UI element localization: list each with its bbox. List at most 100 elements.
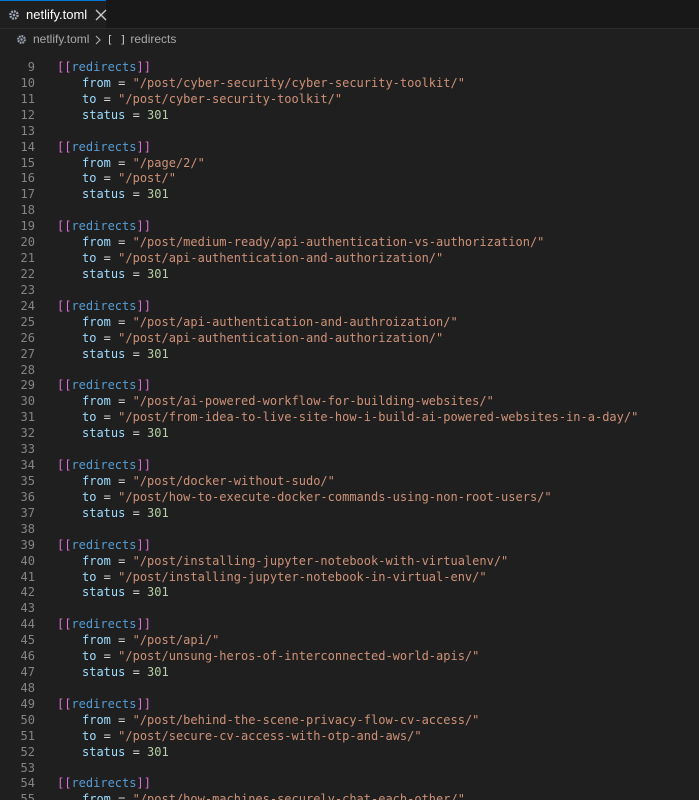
- line-code: status = 301: [57, 665, 169, 681]
- code-line[interactable]: 12 status = 301: [0, 108, 699, 124]
- assignment-operator: =: [96, 410, 119, 425]
- table-close-bracket: ]]: [136, 60, 151, 74]
- code-line[interactable]: 47 status = 301: [0, 665, 699, 681]
- code-line[interactable]: 36 to = "/post/how-to-execute-docker-comm…: [0, 490, 699, 506]
- code-line[interactable]: 49 [[redirects]]: [0, 697, 699, 713]
- code-line[interactable]: 29 [[redirects]]: [0, 378, 699, 394]
- code-line[interactable]: 48: [0, 681, 699, 697]
- table-name: redirects: [71, 776, 137, 791]
- tab-netlify-toml[interactable]: netlify.toml: [0, 0, 108, 28]
- code-line[interactable]: 11 to = "/post/cyber-security-toolkit/": [0, 92, 699, 108]
- toml-value: "/post/ai-powered-workflow-for-building-…: [132, 394, 494, 409]
- table-name: redirects: [71, 617, 137, 632]
- toml-key: from: [82, 553, 111, 568]
- toml-key: to: [82, 728, 97, 743]
- code-line[interactable]: 54 [[redirects]]: [0, 776, 699, 792]
- assignment-operator: =: [96, 330, 119, 345]
- code-line[interactable]: 52 status = 301: [0, 745, 699, 761]
- table-open-bracket: [[: [57, 378, 72, 393]
- code-line[interactable]: 30 from = "/post/ai-powered-workflow-for-…: [0, 394, 699, 410]
- code-line[interactable]: 27 status = 301: [0, 347, 699, 363]
- code-line[interactable]: 16 to = "/post/": [0, 171, 699, 187]
- table-open-bracket: [[: [57, 139, 72, 154]
- assignment-operator: =: [96, 91, 119, 106]
- table-name: redirects: [71, 139, 137, 154]
- code-line[interactable]: 44 [[redirects]]: [0, 617, 699, 633]
- code-line[interactable]: 31 to = "/post/from-idea-to-live-site-how…: [0, 410, 699, 426]
- line-number: 53: [20, 760, 35, 775]
- line-number: 27: [20, 346, 35, 361]
- code-line[interactable]: 51 to = "/post/secure-cv-access-with-otp-…: [0, 729, 699, 745]
- code-line[interactable]: 13: [0, 124, 699, 140]
- toml-value: "/post/api-authentication-and-authorizat…: [118, 330, 444, 345]
- line-code: from = "/post/how-machines-securely-chat…: [57, 792, 465, 800]
- code-line[interactable]: 10 from = "/post/cyber-security/cyber-sec…: [0, 76, 699, 92]
- code-line[interactable]: 28: [0, 363, 699, 379]
- line-number: 21: [20, 251, 35, 266]
- line-number: 29: [20, 378, 35, 393]
- assignment-operator: =: [110, 394, 133, 409]
- code-line[interactable]: 22 status = 301: [0, 267, 699, 283]
- assignment-operator: =: [96, 728, 119, 743]
- toml-value: 301: [147, 744, 169, 759]
- code-line[interactable]: 39 [[redirects]]: [0, 538, 699, 554]
- code-line[interactable]: 26 to = "/post/api-authentication-and-aut…: [0, 331, 699, 347]
- code-line[interactable]: 37 status = 301: [0, 506, 699, 522]
- code-line[interactable]: 19 [[redirects]]: [0, 219, 699, 235]
- assignment-operator: =: [125, 187, 148, 202]
- line-number: 22: [20, 266, 35, 281]
- code-line[interactable]: 33: [0, 442, 699, 458]
- toml-key: from: [82, 155, 111, 170]
- code-line[interactable]: 41 to = "/post/installing-jupyter-noteboo…: [0, 570, 699, 586]
- code-line[interactable]: 24 [[redirects]]: [0, 299, 699, 315]
- toml-key: from: [82, 394, 111, 409]
- code-line[interactable]: 45 from = "/post/api/": [0, 633, 699, 649]
- breadcrumb-file[interactable]: netlify.toml: [33, 32, 89, 46]
- table-close-bracket: ]]: [136, 219, 151, 234]
- code-line[interactable]: 23: [0, 283, 699, 299]
- line-number: 12: [20, 107, 35, 122]
- code-line[interactable]: 35 from = "/post/docker-without-sudo/": [0, 474, 699, 490]
- breadcrumb-symbol[interactable]: redirects: [130, 32, 176, 46]
- code-line[interactable]: 15 from = "/page/2/": [0, 156, 699, 172]
- code-line[interactable]: 46 to = "/post/unsung-heros-of-interconne…: [0, 649, 699, 665]
- line-number: 31: [20, 410, 35, 425]
- toml-value: "/post/how-to-execute-docker-commands-us…: [118, 489, 552, 504]
- table-open-bracket: [[: [57, 60, 72, 74]
- close-icon[interactable]: [94, 8, 108, 22]
- code-line[interactable]: 53: [0, 761, 699, 777]
- code-line[interactable]: 38: [0, 522, 699, 538]
- table-name: redirects: [71, 60, 137, 74]
- assignment-operator: =: [110, 235, 133, 250]
- table-open-bracket: [[: [57, 617, 72, 632]
- assignment-operator: =: [110, 633, 133, 648]
- assignment-operator: =: [125, 346, 148, 361]
- assignment-operator: =: [110, 553, 133, 568]
- line-code: from = "/post/installing-jupyter-noteboo…: [57, 554, 508, 570]
- assignment-operator: =: [125, 665, 148, 680]
- table-name: redirects: [71, 378, 137, 393]
- line-number: 9: [27, 60, 35, 74]
- code-line[interactable]: 50 from = "/post/behind-the-scene-privacy…: [0, 713, 699, 729]
- toml-value: "/post/installing-jupyter-notebook-with-…: [132, 553, 509, 568]
- line-number: 37: [20, 505, 35, 520]
- code-line[interactable]: 43: [0, 601, 699, 617]
- code-line[interactable]: 32 status = 301: [0, 426, 699, 442]
- table-open-bracket: [[: [57, 458, 72, 473]
- code-line[interactable]: 17 status = 301: [0, 187, 699, 203]
- line-code: to = "/post/": [57, 171, 176, 187]
- code-line[interactable]: 42 status = 301: [0, 585, 699, 601]
- table-open-bracket: [[: [57, 219, 72, 234]
- code-line[interactable]: 9 [[redirects]]: [0, 60, 699, 76]
- code-line[interactable]: 20 from = "/post/medium-ready/api-authent…: [0, 235, 699, 251]
- code-line[interactable]: 34 [[redirects]]: [0, 458, 699, 474]
- line-code: [[redirects]]: [57, 219, 151, 235]
- code-line[interactable]: 40 from = "/post/installing-jupyter-noteb…: [0, 554, 699, 570]
- code-line[interactable]: 14 [[redirects]]: [0, 140, 699, 156]
- code-editor[interactable]: 9 [[redirects]] 10 from = "/post/cyber-secu…: [0, 60, 699, 800]
- table-name: redirects: [71, 458, 137, 473]
- code-line[interactable]: 25 from = "/post/api-authentication-and-a…: [0, 315, 699, 331]
- code-line[interactable]: 55 from = "/post/how-machines-securely-ch…: [0, 792, 699, 800]
- code-line[interactable]: 21 to = "/post/api-authentication-and-aut…: [0, 251, 699, 267]
- code-line[interactable]: 18: [0, 203, 699, 219]
